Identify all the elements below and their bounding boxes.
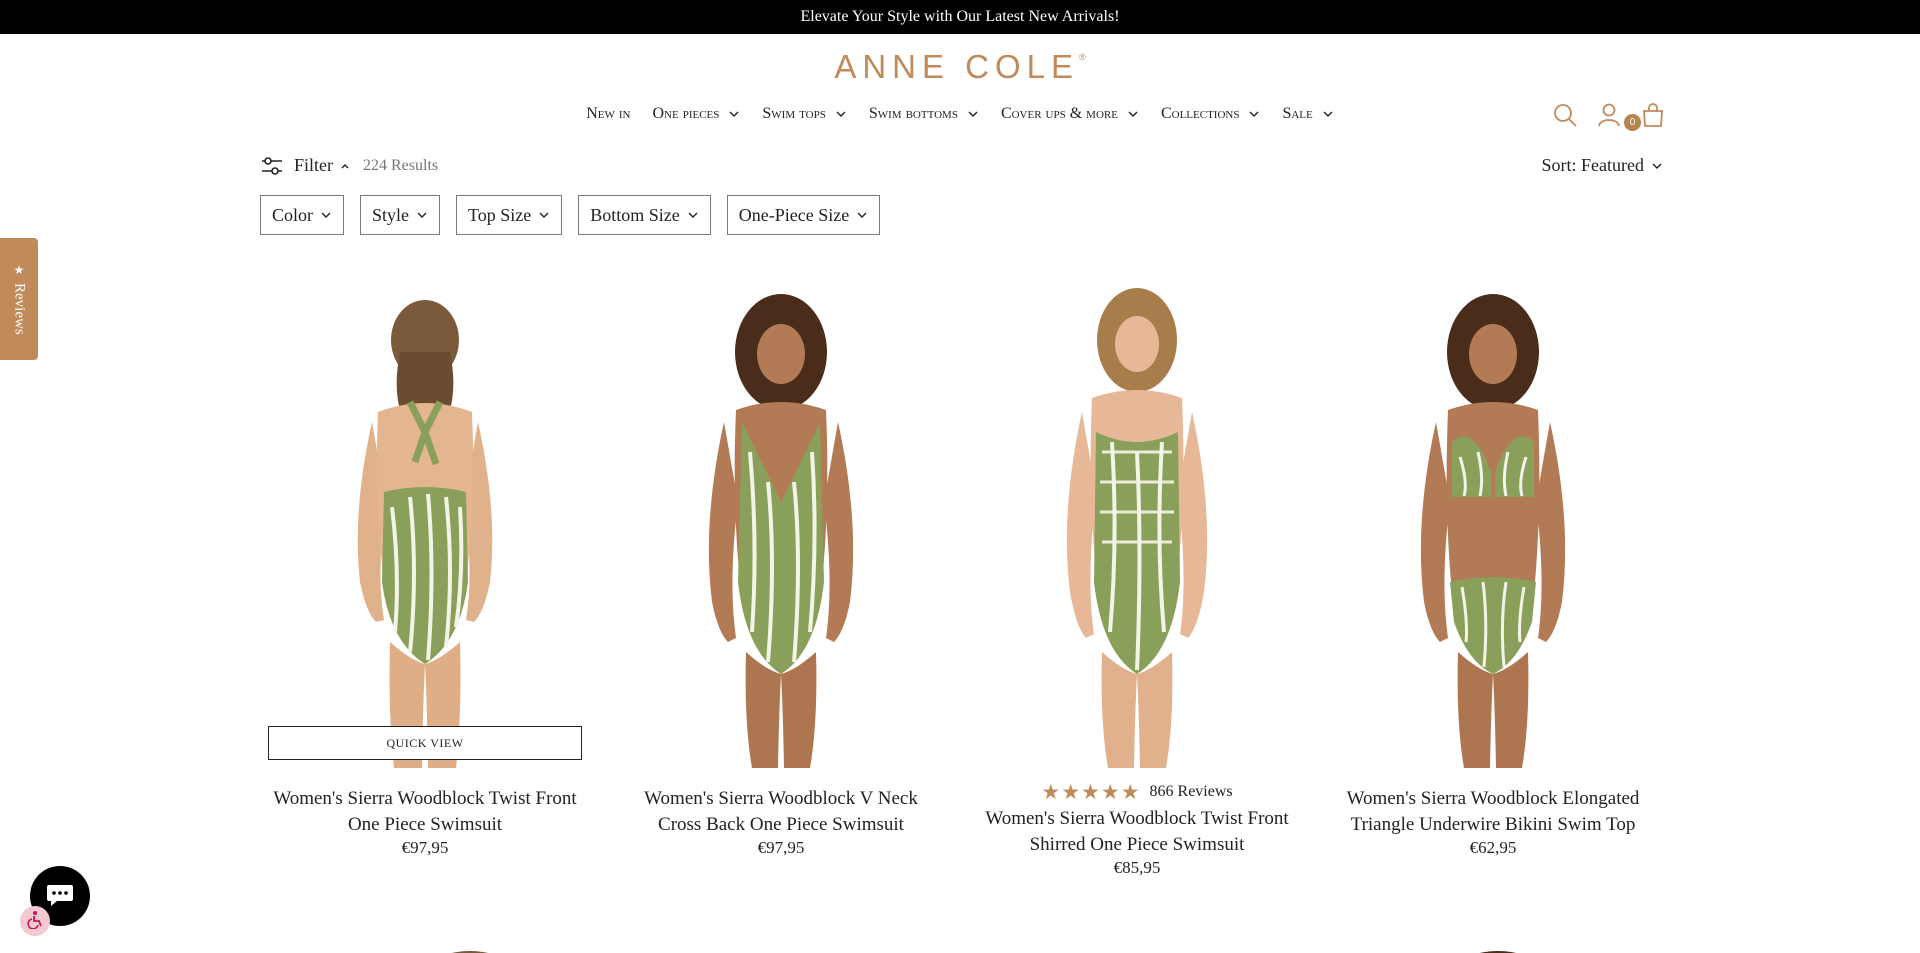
chevron-down-icon	[538, 209, 550, 221]
chevron-down-icon	[1248, 108, 1260, 120]
product-title[interactable]: Women's Sierra Woodblock Elongated Trian…	[1328, 786, 1658, 838]
search-icon[interactable]	[1552, 102, 1578, 128]
nav-item-cover-ups[interactable]: Cover ups & more	[990, 102, 1150, 126]
facet-label: Bottom Size	[590, 204, 680, 225]
brand-registered-mark: ®	[1079, 52, 1086, 62]
cart-count-badge: 0	[1624, 114, 1641, 131]
star-icon: ★	[1120, 780, 1140, 804]
product-title[interactable]: Women's Sierra Woodblock Twist Front Shi…	[972, 806, 1302, 858]
nav-item-swim-tops[interactable]: Swim tops	[751, 102, 857, 126]
chevron-down-icon	[1651, 160, 1663, 172]
product-image[interactable]: QUICK VIEW	[260, 282, 590, 768]
facet-label: One-Piece Size	[738, 204, 850, 225]
brand-logo[interactable]: ANNE COLE®	[0, 48, 1920, 86]
sort-dropdown[interactable]: Sort: Featured	[1542, 155, 1663, 176]
filter-button[interactable]: Filter	[294, 155, 333, 176]
nav-label: Sale	[1282, 105, 1313, 122]
product-price: €97,95	[757, 838, 805, 857]
product-image[interactable]	[616, 282, 946, 768]
product-card: ★ ★ ★ ★ ★ 866 Reviews Women's Sierra Woo…	[972, 282, 1302, 878]
product-grid: QUICK VIEW Women's Sierra Woodblock Twis…	[260, 282, 1684, 953]
sort-label: Sort: Featured	[1541, 155, 1644, 175]
facet-filters: Color Style Top Size Bottom Size One-Pie…	[260, 195, 881, 235]
product-price: €85,95	[1113, 858, 1161, 877]
announcement-bar: Elevate Your Style with Our Latest New A…	[0, 0, 1920, 34]
chat-icon	[43, 877, 77, 915]
product-card: QUICK VIEW Women's Sierra Woodblock Twis…	[260, 282, 590, 858]
nav-label: Swim bottoms	[868, 105, 958, 122]
chevron-down-icon	[728, 108, 740, 120]
nav-label: New in	[586, 105, 631, 122]
product-title[interactable]: Women's Sierra Woodblock Twist Front One…	[260, 786, 590, 838]
nav-item-one-pieces[interactable]: One pieces	[642, 102, 752, 126]
chevron-down-icon	[856, 209, 868, 221]
brand-name: ANNE COLE	[834, 48, 1080, 85]
accessibility-button[interactable]	[20, 906, 50, 936]
chevron-up-icon[interactable]	[339, 160, 351, 172]
chevron-down-icon	[967, 108, 979, 120]
accessibility-icon	[25, 909, 45, 933]
results-count: 224 Results	[363, 156, 439, 174]
facet-bottom-size[interactable]: Bottom Size	[578, 195, 711, 235]
star-icon: ★	[1100, 780, 1120, 804]
reviews-tab-label: Reviews	[11, 283, 28, 335]
announcement-text: Elevate Your Style with Our Latest New A…	[800, 8, 1120, 25]
facet-label: Color	[272, 204, 314, 225]
product-card: Women's Sierra Woodblock V Neck Cross Ba…	[616, 282, 946, 858]
account-icon[interactable]	[1596, 102, 1622, 128]
chevron-down-icon	[1127, 108, 1139, 120]
facet-one-piece-size[interactable]: One-Piece Size	[726, 195, 881, 235]
chevron-down-icon	[687, 209, 699, 221]
header-icons: 0	[1552, 102, 1666, 131]
star-icon: ★	[1081, 780, 1100, 804]
nav-item-sale[interactable]: Sale	[1271, 102, 1344, 126]
star-icon: ★	[13, 263, 25, 278]
nav-item-swim-bottoms[interactable]: Swim bottoms	[858, 102, 990, 126]
quick-view-button[interactable]: QUICK VIEW	[268, 726, 582, 760]
chevron-down-icon	[835, 108, 847, 120]
review-count: 866 Reviews	[1149, 783, 1233, 800]
nav-label: Cover ups & more	[1000, 105, 1118, 122]
nav-item-new-in[interactable]: New in	[575, 102, 641, 126]
product-image[interactable]	[1328, 282, 1658, 768]
nav-item-collections[interactable]: Collections	[1150, 102, 1272, 126]
product-price: €62,95	[1469, 838, 1517, 857]
facet-label: Top Size	[468, 204, 532, 225]
chevron-down-icon	[416, 209, 428, 221]
sliders-icon[interactable]	[260, 156, 284, 176]
cart-icon[interactable]: 0	[1624, 102, 1666, 131]
product-image[interactable]	[972, 282, 1302, 768]
facet-label: Style	[372, 204, 410, 225]
nav-label: Swim tops	[762, 105, 826, 122]
facet-top-size[interactable]: Top Size	[456, 195, 563, 235]
product-price: €97,95	[401, 838, 449, 857]
star-icon: ★	[1061, 780, 1081, 804]
product-rating[interactable]: ★ ★ ★ ★ ★ 866 Reviews	[972, 780, 1302, 804]
reviews-side-tab[interactable]: ★ Reviews	[0, 238, 38, 360]
product-card: Women's Sierra Woodblock Elongated Trian…	[1328, 282, 1658, 858]
chevron-down-icon	[320, 209, 332, 221]
nav-label: Collections	[1160, 105, 1240, 122]
chevron-down-icon	[1322, 108, 1334, 120]
facet-color[interactable]: Color	[260, 195, 345, 235]
product-image-peek[interactable]	[1438, 943, 1558, 953]
product-image-peek[interactable]	[410, 943, 530, 953]
product-title[interactable]: Women's Sierra Woodblock V Neck Cross Ba…	[616, 786, 946, 838]
star-icon: ★	[1041, 780, 1061, 804]
filter-bar: Filter 224 Results	[260, 155, 438, 176]
facet-style[interactable]: Style	[360, 195, 441, 235]
nav-label: One pieces	[652, 105, 720, 122]
